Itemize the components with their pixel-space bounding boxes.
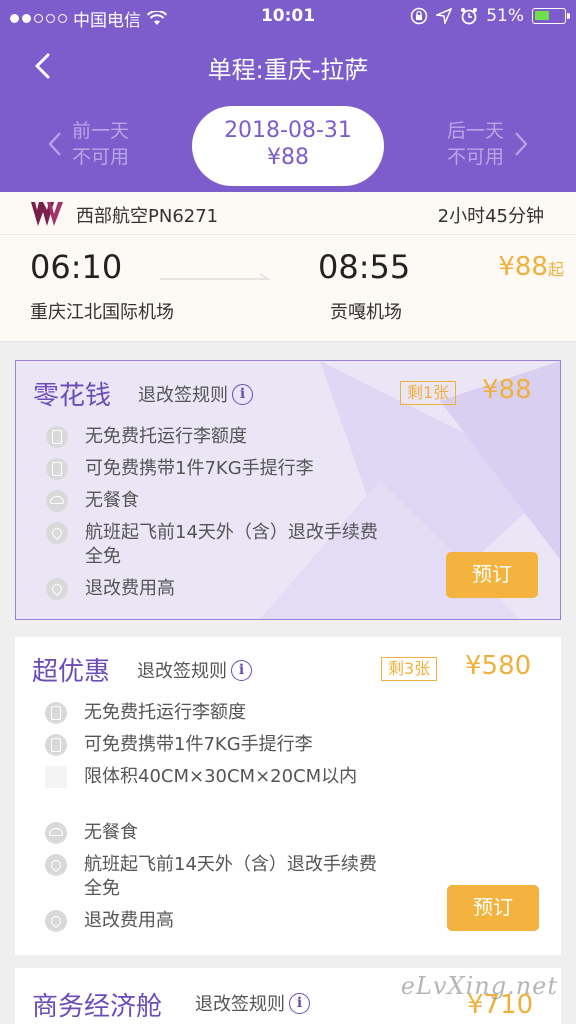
meal-icon	[45, 822, 67, 844]
cabin-card[interactable]: 零花钱 退改签规则 i 剩1张 ¥88 无免费托运行李额度 可免费携带1件7KG手…	[15, 360, 561, 620]
seats-left-badge: 剩3张	[381, 657, 438, 681]
feature-item: 无餐食	[45, 821, 384, 845]
info-icon: i	[289, 992, 310, 1014]
header: 中国电信 10:01 51% 单程:重庆-拉萨 前一天不可用 2018-08-3…	[0, 0, 576, 192]
next-day-status: 不可用	[446, 146, 504, 168]
info-icon: i	[232, 383, 253, 405]
current-date-pill[interactable]: 2018-08-31 ¥88	[192, 106, 384, 186]
refund-rule-label: 退改签规则	[137, 661, 227, 682]
arrival-airport: 贡嘎机场	[330, 302, 402, 323]
feature-item: 退改费用高	[45, 909, 384, 933]
battery-percent: 51%	[486, 6, 524, 26]
feature-item: 可免费携带1件7KG手提行李	[45, 733, 384, 757]
feature-text: 无免费托运行李额度	[84, 702, 246, 723]
current-date-price: ¥88	[267, 145, 309, 170]
book-button[interactable]: 预订	[447, 885, 539, 931]
heart-icon	[46, 578, 68, 600]
feature-text: 无免费托运行李额度	[85, 426, 247, 447]
feature-text: 无餐食	[85, 490, 139, 511]
carry-on-icon	[45, 734, 67, 756]
current-date: 2018-08-31	[224, 118, 352, 143]
heart-icon	[46, 522, 68, 544]
lowest-price: ¥88起	[498, 252, 564, 282]
status-bar: 中国电信 10:01 51%	[0, 0, 576, 34]
book-button[interactable]: 预订	[446, 552, 538, 598]
next-day-label: 后一天	[446, 120, 504, 142]
departure-airport: 重庆江北国际机场	[30, 302, 174, 323]
cabin-price: ¥88	[482, 375, 532, 405]
rotation-lock-icon	[410, 7, 428, 25]
cabin-name: 超优惠	[32, 657, 111, 687]
airline-logo	[31, 202, 63, 226]
airline-flight-number: 西部航空PN6271	[76, 206, 219, 227]
refund-rule-link[interactable]: 退改签规则 i	[195, 990, 310, 1016]
feature-text: 无餐食	[84, 822, 138, 843]
feature-item: 无餐食	[46, 489, 385, 513]
cabin-name: 商务经济舱	[32, 992, 163, 1022]
refund-rule-label: 退改签规则	[195, 994, 285, 1015]
feature-text: 退改费用高	[85, 578, 175, 599]
feature-text: 限体积40CM×30CM×20CM以内	[84, 766, 358, 787]
meal-icon	[46, 490, 68, 512]
divider	[0, 234, 576, 235]
location-icon	[436, 8, 453, 24]
cabin-price: ¥580	[465, 651, 532, 681]
page-title: 单程:重庆-拉萨	[207, 56, 369, 84]
refund-rule-link[interactable]: 退改签规则 i	[138, 381, 253, 407]
seats-left-badge: 剩1张	[400, 381, 457, 405]
feature-item: 可免费携带1件7KG手提行李	[46, 457, 385, 481]
chevron-right-icon	[515, 132, 528, 156]
luggage-icon	[46, 426, 68, 448]
day-selector: 前一天不可用 2018-08-31 ¥88 后一天不可用	[0, 106, 576, 186]
blank-icon	[45, 766, 67, 788]
feature-item: 退改费用高	[46, 577, 385, 601]
feature-item: 航班起飞前14天外（含）退改手续费全免	[46, 521, 385, 569]
heart-icon	[45, 854, 67, 876]
flight-summary: 西部航空PN6271 2小时45分钟 06:10 08:55 ¥88起 重庆江北…	[0, 192, 576, 342]
feature-text: 可免费携带1件7KG手提行李	[85, 458, 314, 479]
battery-icon	[532, 8, 570, 24]
feature-item: 无免费托运行李额度	[46, 425, 385, 449]
arrival-time: 08:55	[318, 248, 411, 286]
refund-rule-link[interactable]: 退改签规则 i	[137, 657, 252, 683]
carry-on-icon	[46, 458, 68, 480]
watermark: eLvXing.net	[400, 972, 558, 1000]
info-icon: i	[231, 659, 252, 681]
prev-day-status: 不可用	[72, 146, 130, 168]
feature-item: 无免费托运行李额度	[45, 701, 384, 725]
route-arrow-icon	[160, 273, 270, 280]
cabin-card[interactable]: 超优惠 退改签规则 i 剩3张 ¥580 无免费托运行李额度 可免费携带1件7KG…	[15, 637, 561, 955]
lowest-price-suffix: 起	[547, 260, 564, 279]
feature-text: 航班起飞前14天外（含）退改手续费全免	[84, 854, 377, 899]
prev-day-label: 前一天	[72, 120, 130, 142]
cabin-name: 零花钱	[33, 381, 112, 411]
feature-text: 航班起飞前14天外（含）退改手续费全免	[85, 522, 378, 567]
feature-item: 限体积40CM×30CM×20CM以内	[45, 765, 384, 789]
lowest-price-value: ¥88	[498, 252, 548, 282]
chevron-left-icon	[48, 132, 61, 156]
feature-item: 航班起飞前14天外（含）退改手续费全免	[45, 853, 384, 901]
flight-duration: 2小时45分钟	[437, 206, 544, 227]
departure-time: 06:10	[30, 248, 123, 286]
feature-text: 退改费用高	[84, 910, 174, 931]
heart-icon	[45, 910, 67, 932]
feature-text: 可免费携带1件7KG手提行李	[84, 734, 313, 755]
refund-rule-label: 退改签规则	[138, 385, 228, 406]
luggage-icon	[45, 702, 67, 724]
alarm-icon	[461, 8, 478, 25]
